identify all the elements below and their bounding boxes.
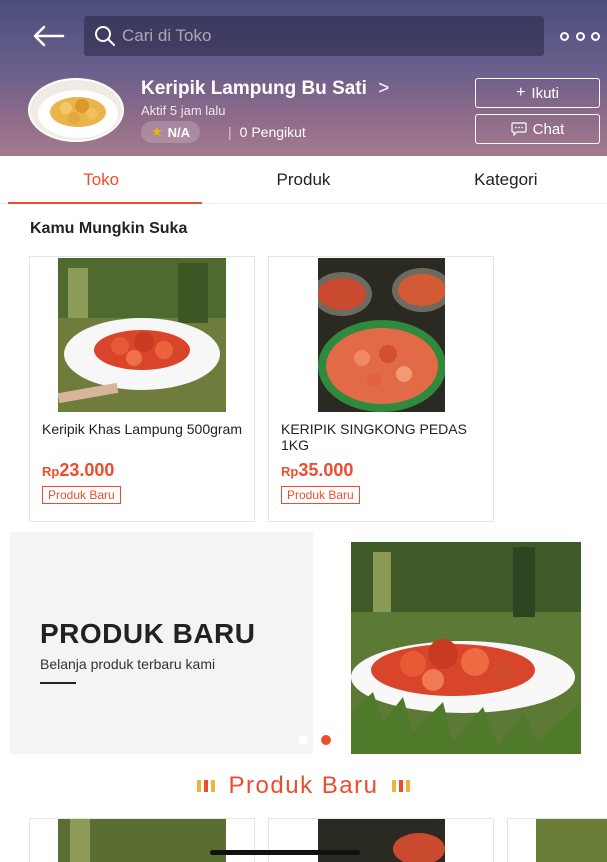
follow-label: Ikuti <box>531 84 559 102</box>
product-card[interactable] <box>507 818 607 862</box>
product-name: Keripik Khas Lampung 500gram <box>42 421 243 437</box>
product-card[interactable]: Keripik Khas Lampung 500gram Rp23.000 Pr… <box>29 256 255 522</box>
price-currency: Rp <box>42 464 60 479</box>
shop-avatar[interactable] <box>28 78 124 142</box>
chat-bubble-icon <box>511 122 527 136</box>
shop-header: Cari di Toko Keripik Lampung Bu Sati > A… <box>0 0 607 156</box>
shop-name-text: Keripik Lampung Bu Sati <box>141 78 367 99</box>
banner-photo-icon <box>313 532 607 754</box>
shop-name[interactable]: Keripik Lampung Bu Sati > <box>141 78 389 100</box>
new-products-title: Produk Baru <box>228 772 379 799</box>
decorative-bars-icon <box>196 780 215 792</box>
banner-image <box>313 532 607 754</box>
back-arrow-icon <box>33 25 65 47</box>
plus-icon: + <box>516 84 526 101</box>
product-photo-icon <box>58 258 226 412</box>
divider: | <box>228 124 232 140</box>
product-price: Rp23.000 <box>42 460 114 481</box>
product-image <box>58 258 226 412</box>
shop-active-status: Aktif 5 jam lalu <box>141 103 226 118</box>
product-photo-icon <box>318 258 445 412</box>
carousel-dot-active[interactable] <box>321 735 331 745</box>
more-dot-icon <box>591 31 600 41</box>
decorative-bars-icon <box>392 780 411 792</box>
banner-subtitle: Belanja produk terbaru kami <box>40 656 216 672</box>
new-product-badge: Produk Baru <box>42 486 121 504</box>
product-image <box>318 258 445 412</box>
rating-badge: ★ N/A <box>141 121 201 143</box>
product-card[interactable]: KERIPIK SINGKONG PEDAS 1KG Rp35.000 Prod… <box>268 256 494 522</box>
price-value: 35.000 <box>298 460 354 480</box>
follow-button[interactable]: + Ikuti <box>475 78 600 108</box>
rating-value: N/A <box>167 124 191 140</box>
chat-button[interactable]: Chat <box>475 114 600 144</box>
product-photo-icon <box>536 819 607 862</box>
banner-divider <box>40 682 76 684</box>
section-title-recommend: Kamu Mungkin Suka <box>30 220 188 237</box>
more-dot-icon <box>560 31 569 41</box>
tab-produk[interactable]: Produk <box>202 156 404 203</box>
shop-avatar-image-icon <box>30 80 122 140</box>
product-name: KERIPIK SINGKONG PEDAS 1KG <box>281 421 467 453</box>
promo-banner[interactable]: PRODUK BARU Belanja produk terbaru kami <box>10 532 607 754</box>
carousel-dot[interactable] <box>298 735 308 745</box>
search-icon <box>95 26 115 46</box>
banner-title: PRODUK BARU <box>40 618 256 649</box>
new-product-badge: Produk Baru <box>281 486 360 504</box>
more-dot-icon <box>575 31 585 41</box>
tab-kategori[interactable]: Kategori <box>405 156 607 203</box>
product-photo-icon <box>318 819 445 862</box>
tab-toko[interactable]: Toko <box>0 156 203 204</box>
product-price: Rp35.000 <box>281 460 353 481</box>
home-indicator <box>210 850 360 855</box>
product-photo-icon <box>58 819 226 862</box>
new-products-header: Produk Baru <box>0 766 607 806</box>
product-card[interactable] <box>29 818 255 862</box>
followers-text: 0 Pengikut <box>239 124 306 140</box>
shop-search-input[interactable]: Cari di Toko <box>84 16 544 56</box>
star-icon: ★ <box>151 124 163 139</box>
chevron-right-icon: > <box>378 78 390 99</box>
chat-label: Chat <box>532 120 565 138</box>
more-options-button[interactable] <box>560 26 600 46</box>
shop-tabs: Toko Produk Kategori <box>0 156 607 204</box>
price-value: 23.000 <box>59 460 115 480</box>
back-button[interactable] <box>28 18 68 54</box>
search-placeholder: Cari di Toko <box>122 26 212 45</box>
price-currency: Rp <box>281 464 299 479</box>
followers-count: | 0 Pengikut <box>228 124 306 140</box>
product-card[interactable] <box>268 818 494 862</box>
